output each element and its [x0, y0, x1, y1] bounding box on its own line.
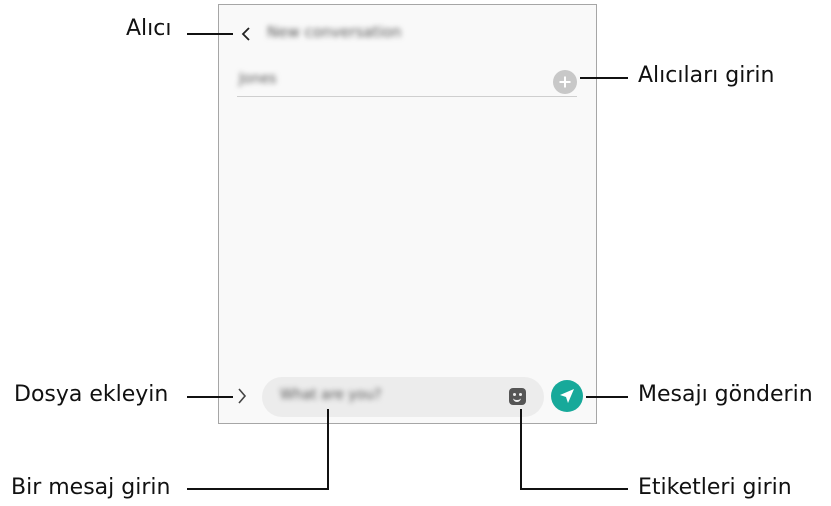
callout-line-enter-message-v	[327, 409, 329, 489]
send-icon	[560, 389, 574, 403]
callout-enter-recipients: Alıcıları girin	[638, 63, 775, 88]
add-recipient-icon[interactable]	[553, 70, 577, 94]
conversation-title: New conversation	[267, 23, 402, 41]
recipient-field[interactable]: Jones	[237, 66, 577, 97]
callout-line-attach-file	[187, 396, 233, 398]
callout-line-recipient	[187, 33, 233, 35]
callout-enter-message: Bir mesaj girin	[11, 475, 171, 500]
callout-line-send-message	[586, 396, 628, 398]
messaging-screen: New conversation Jones What are you?	[218, 4, 597, 424]
message-input[interactable]: What are you?	[262, 377, 544, 417]
callout-attach-file: Dosya ekleyin	[14, 382, 169, 407]
back-icon[interactable]	[239, 23, 253, 45]
attach-icon[interactable]	[236, 385, 248, 407]
sticker-icon[interactable]	[509, 388, 526, 405]
callout-send-message: Mesajı gönderin	[638, 382, 813, 407]
callout-recipient: Alıcı	[126, 16, 172, 41]
callout-line-enter-stickers-h	[520, 488, 628, 490]
callout-line-enter-stickers-v	[520, 409, 522, 489]
callout-enter-stickers: Etiketleri girin	[638, 475, 792, 500]
callout-line-enter-recipients	[580, 77, 628, 79]
recipient-placeholder: Jones	[239, 71, 277, 87]
send-button[interactable]	[551, 380, 583, 412]
callout-line-enter-message-h	[187, 488, 329, 490]
message-placeholder: What are you?	[280, 387, 382, 403]
